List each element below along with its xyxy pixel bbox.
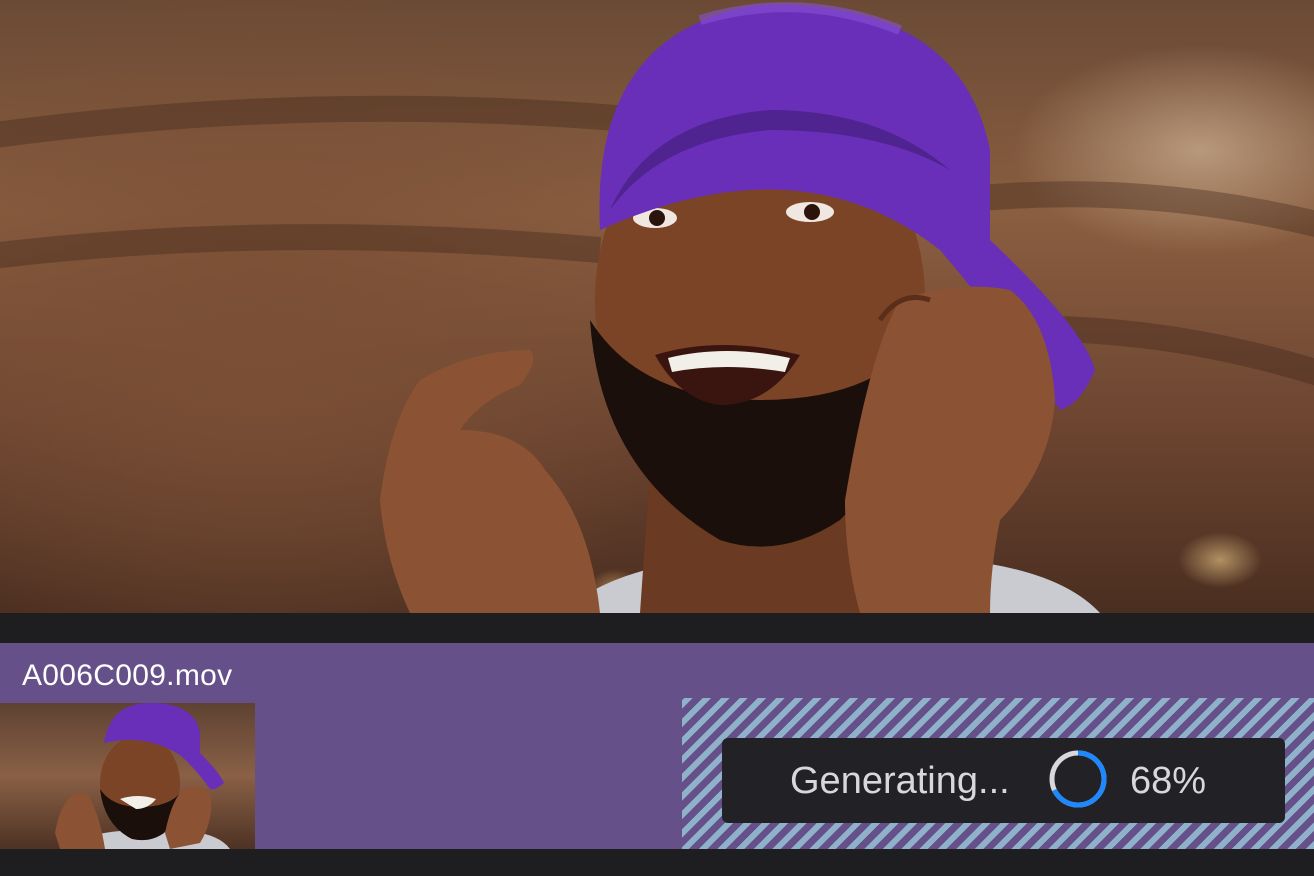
video-preview[interactable]: [0, 0, 1314, 613]
generating-label: Generating...: [790, 760, 1010, 802]
panel-divider: [0, 849, 1314, 876]
clip-filename: A006C009.mov: [22, 659, 233, 692]
timeline-clip[interactable]: A006C009.mov Generating... 68%: [0, 643, 1314, 849]
panel-divider: [0, 613, 1314, 643]
preview-frame-image: [0, 2, 1314, 613]
progress-ring-icon: [1049, 750, 1107, 808]
generation-status-panel: Generating... 68%: [722, 738, 1285, 823]
generative-extend-region: Generating... 68%: [682, 698, 1314, 849]
clip-thumbnail: [0, 703, 255, 849]
progress-percent: 68%: [1130, 760, 1207, 802]
